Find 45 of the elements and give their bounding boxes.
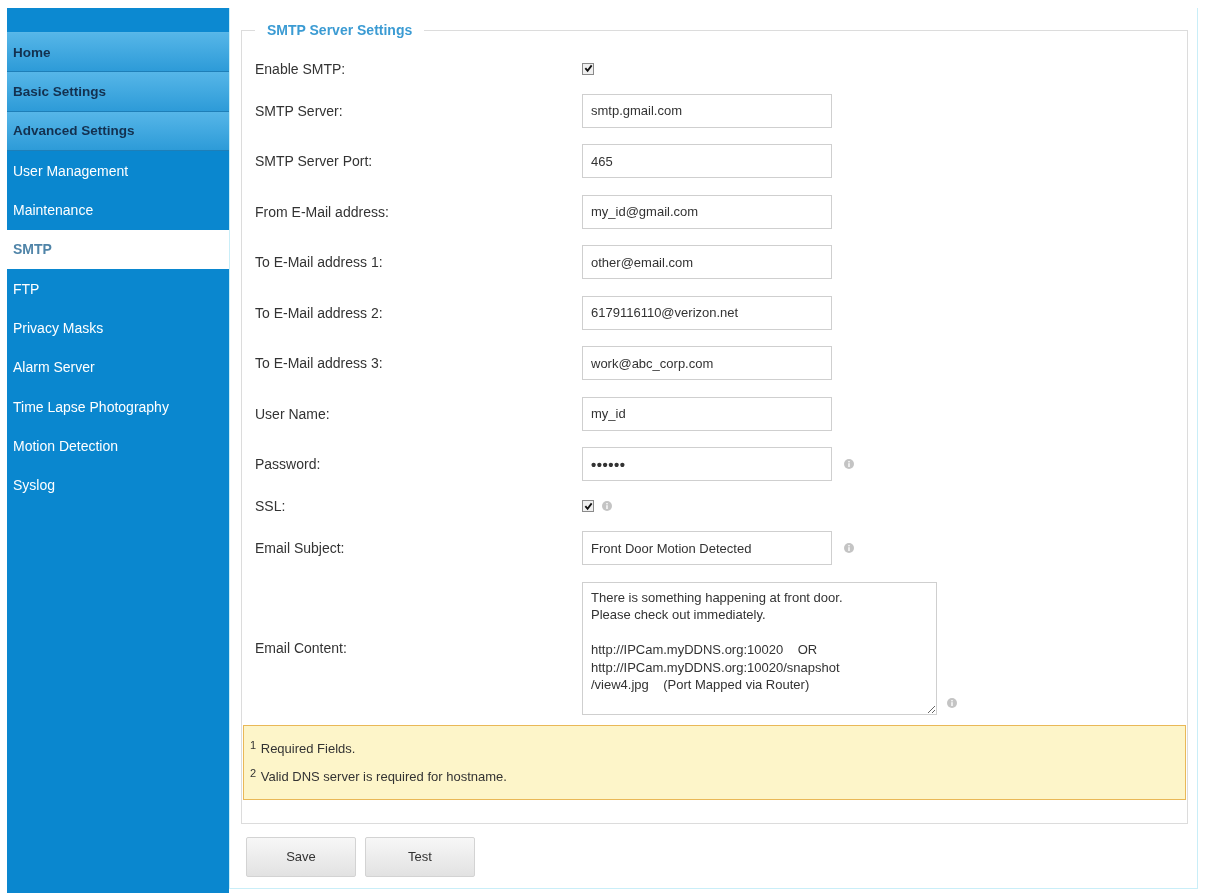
text-field[interactable]: other@email.com [582,245,832,279]
password-field[interactable]: •••••• [582,447,832,481]
text-field[interactable]: smtp.gmail.com [582,93,832,128]
field-label: Enable SMTP: [255,60,347,77]
text-field[interactable]: Front Door Motion Detected [582,531,832,565]
text-field[interactable]: my_id@gmail.com [582,194,832,229]
sidebar-section[interactable]: Basic Settings [7,72,229,112]
info-icon[interactable] [844,459,854,469]
text-area[interactable]: There is something happening at front door. Please check out immediately. http://IPCam.myDDNS.org:10020 OR http://IPCam.myDDNS.org:10020/snapshot /view4.jpg (Port Mapped via Router) [582,581,937,715]
field-label: To E-Mail address 3: [255,355,384,371]
sidebar-item[interactable]: Privacy Masks [7,308,229,348]
sidebar-item[interactable]: User Management [7,151,229,191]
note-text: $^{2}$ Valid DNS server is required for hostname. [250,765,508,786]
sidebar-section[interactable]: Advanced Settings [7,111,229,151]
text-field[interactable]: 6179116110@verizon.net [582,295,832,330]
field-label: SSL: [255,498,287,514]
field-label: To E-Mail address 2: [255,304,384,321]
checkbox[interactable] [582,500,594,512]
sidebar-item[interactable]: Syslog [7,465,229,505]
action-button[interactable]: Test [365,836,475,877]
checkbox[interactable] [582,62,594,75]
sidebar-item[interactable]: SMTP [7,229,229,269]
field-label: SMTP Server: [255,102,344,119]
info-icon[interactable] [844,543,854,553]
field-label: User Name: [255,405,331,422]
text-field[interactable]: work@abc_corp.com [582,346,832,380]
group-title: SMTP Server Settings [266,21,414,39]
field-label: Password: [255,456,322,472]
sidebar-item[interactable]: Alarm Server [7,347,229,387]
field-label: To E-Mail address 1: [255,254,384,270]
field-label: Email Subject: [255,540,346,556]
info-icon[interactable] [602,501,612,511]
field-label: SMTP Server Port: [255,153,374,169]
info-icon[interactable] [947,697,957,708]
action-button[interactable]: Save [246,836,356,877]
sidebar-item[interactable]: Time Lapse Photography [7,386,229,427]
sidebar-item[interactable]: Motion Detection [7,426,229,466]
text-field[interactable]: my_id [582,396,832,431]
note-text: $^{1}$ Required Fields. [250,737,357,758]
field-label: Email Content: [255,640,348,656]
sidebar-item[interactable]: FTP [7,268,229,309]
field-label: From E-Mail address: [255,203,390,220]
text-field[interactable]: 465 [582,144,832,178]
sidebar-item[interactable]: Maintenance [7,190,229,230]
sidebar-section[interactable]: Home [7,33,229,73]
